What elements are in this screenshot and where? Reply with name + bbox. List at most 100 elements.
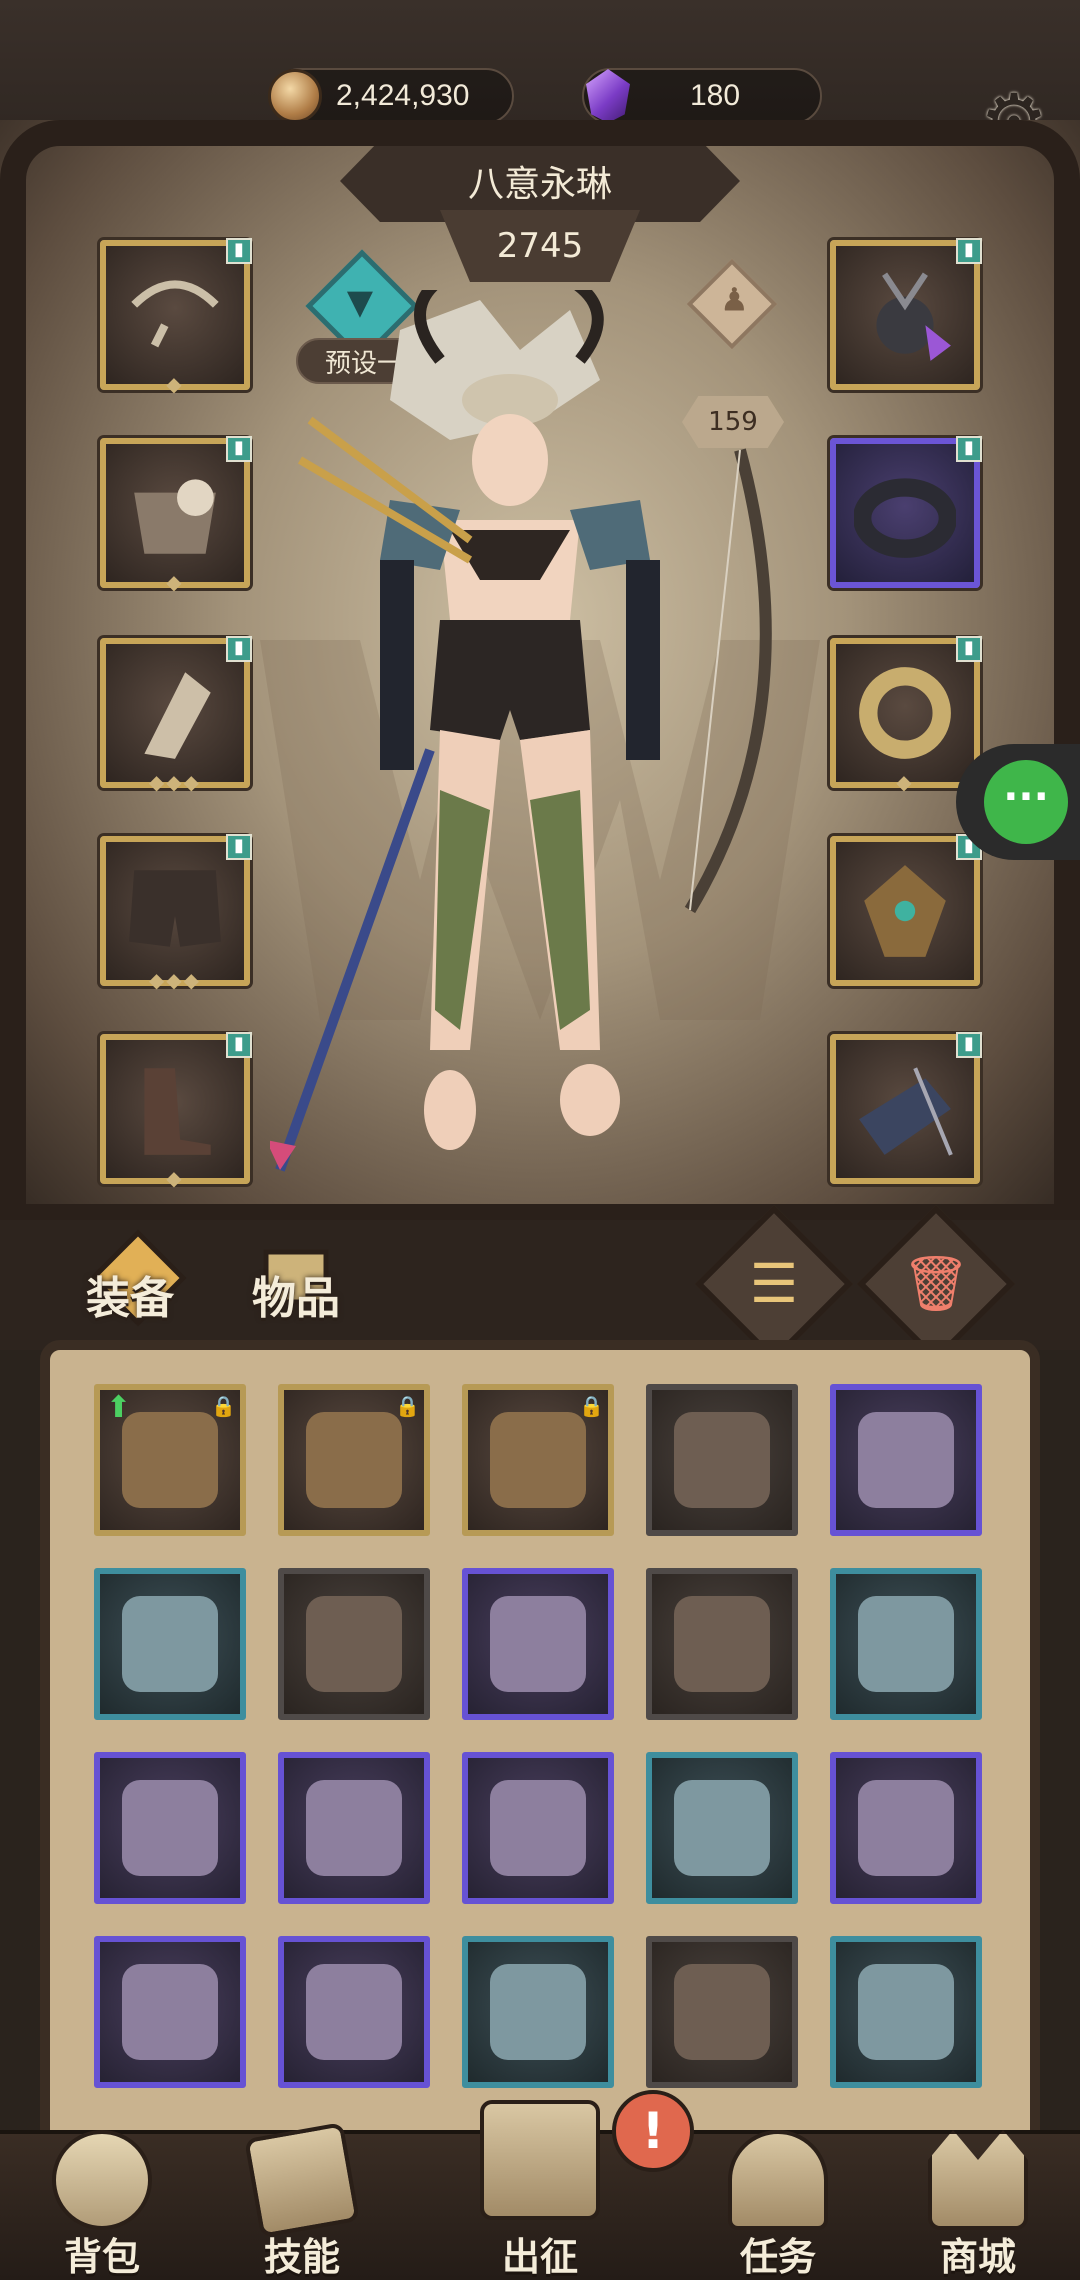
gold-ring-icon bbox=[859, 667, 951, 759]
gold-coin-icon bbox=[268, 69, 322, 123]
inventory-slot[interactable] bbox=[462, 1936, 614, 2088]
hero-name-banner: 八意永琳 bbox=[340, 140, 740, 222]
equipped-marker: ▮ bbox=[956, 636, 982, 662]
tunic-icon bbox=[858, 1412, 954, 1508]
equipped-marker: ▮ bbox=[226, 436, 252, 462]
alert-badge-icon: ! bbox=[612, 2090, 694, 2172]
hat-icon bbox=[306, 1780, 402, 1876]
equip-slot-boots[interactable]: ▮ ◆ bbox=[100, 1032, 252, 1190]
nav-shop-label: 商城 bbox=[939, 2235, 1016, 2279]
inventory-slot[interactable] bbox=[94, 1568, 246, 1720]
inventory-slot[interactable] bbox=[646, 1568, 798, 1720]
inventory-slot[interactable] bbox=[646, 1752, 798, 1904]
nav-quests-label: 任务 bbox=[739, 2235, 816, 2279]
tab-items[interactable]: 物品 bbox=[252, 1262, 340, 1326]
map-sword-icon bbox=[480, 2100, 600, 2220]
chest-armor-icon bbox=[134, 479, 216, 554]
inventory-slot[interactable] bbox=[830, 1568, 982, 1720]
equip-slot-trinket[interactable]: ▮ bbox=[830, 834, 982, 986]
nav-quests[interactable]: 任务 bbox=[688, 2130, 868, 2280]
scarf-icon bbox=[122, 1964, 218, 2060]
skill-card-icon bbox=[244, 2122, 360, 2238]
shoulder-guard-icon bbox=[858, 1964, 954, 2060]
boots-icon bbox=[122, 1780, 218, 1876]
bow-icon bbox=[131, 280, 219, 348]
gauntlet-icon bbox=[674, 1412, 770, 1508]
star-pips: ◆◆◆ bbox=[148, 968, 202, 992]
inventory-slot[interactable] bbox=[646, 1936, 798, 2088]
nav-bag[interactable]: 背包 bbox=[12, 2130, 192, 2280]
purple-gem-icon bbox=[586, 69, 630, 123]
inventory-slot[interactable] bbox=[462, 1752, 614, 1904]
tab-equipment[interactable]: 装备 bbox=[86, 1262, 174, 1326]
shorts-icon bbox=[129, 870, 221, 947]
inventory-slot[interactable]: 🔒 bbox=[278, 1384, 430, 1536]
bracer-icon bbox=[306, 1964, 402, 2060]
equip-slot-necklace[interactable]: ▮ bbox=[830, 238, 982, 390]
equipped-marker: ▮ bbox=[956, 238, 982, 264]
trash-icon: 🗑 bbox=[901, 1252, 971, 1315]
nav-expedition[interactable]: 出征 bbox=[450, 2100, 630, 2280]
inventory-slot[interactable] bbox=[278, 1936, 430, 2088]
inventory-slot[interactable] bbox=[94, 1752, 246, 1904]
equip-slot-pants[interactable]: ▮ ◆◆◆ bbox=[100, 834, 252, 992]
cloth-pants-icon bbox=[490, 1596, 586, 1692]
inventory-slot[interactable] bbox=[278, 1752, 430, 1904]
nav-shop[interactable]: 商城 bbox=[888, 2130, 1068, 2280]
boots-icon bbox=[144, 1068, 211, 1155]
tab-items-label: 物品 bbox=[252, 1273, 340, 1324]
inventory-slot[interactable] bbox=[830, 1752, 982, 1904]
lock-icon: 🔒 bbox=[579, 1394, 604, 1418]
crossbow-icon bbox=[490, 1964, 586, 2060]
combat-power: 2745 bbox=[440, 210, 640, 282]
chat-float-button[interactable]: ··· bbox=[956, 744, 1080, 860]
star-pips: ◆ bbox=[166, 372, 184, 396]
nav-expedition-label: 出征 bbox=[501, 2235, 578, 2279]
equip-slot-ring[interactable]: ▮ bbox=[830, 436, 982, 588]
leather-pants-icon bbox=[490, 1412, 586, 1508]
equip-slot-ring2[interactable]: ▮ ◆ bbox=[830, 636, 982, 794]
equip-slot-weapon[interactable]: ▮ ◆ bbox=[100, 238, 252, 396]
longbow-icon bbox=[306, 1412, 402, 1508]
equipped-marker: ▮ bbox=[226, 834, 252, 860]
hero-character-portrait bbox=[270, 290, 772, 1172]
tab-equipment-label: 装备 bbox=[86, 1273, 174, 1324]
inventory-slot[interactable] bbox=[278, 1568, 430, 1720]
nav-bag-label: 背包 bbox=[63, 2235, 140, 2279]
star-pips: ◆◆◆ bbox=[148, 770, 202, 794]
star-pips: ◆ bbox=[166, 1166, 184, 1190]
lock-icon: 🔒 bbox=[395, 1394, 420, 1418]
equipped-marker: ▮ bbox=[226, 1032, 252, 1058]
horn-helm-icon bbox=[122, 1596, 218, 1692]
equipped-marker: ▮ bbox=[226, 238, 252, 264]
hero-name: 八意永琳 bbox=[467, 164, 612, 205]
star-pips: ◆ bbox=[166, 570, 184, 594]
inventory-slot[interactable] bbox=[94, 1936, 246, 2088]
equip-slot-gloves[interactable]: ▮ ◆◆◆ bbox=[100, 636, 252, 794]
inventory-slot[interactable]: 🔒 ⬆ bbox=[94, 1384, 246, 1536]
inventory-slot[interactable] bbox=[830, 1384, 982, 1536]
combat-power-value: 2745 bbox=[496, 226, 584, 266]
inventory-slot[interactable] bbox=[462, 1568, 614, 1720]
equipped-marker: ▮ bbox=[226, 636, 252, 662]
iron-helm-icon bbox=[858, 1596, 954, 1692]
equip-slot-armor[interactable]: ▮ ◆ bbox=[100, 436, 252, 594]
inventory-slot[interactable] bbox=[830, 1936, 982, 2088]
gem-counter[interactable]: 180 bbox=[582, 68, 822, 124]
ring-icon bbox=[854, 478, 956, 558]
gold-counter[interactable]: 2,424,930 bbox=[268, 68, 514, 124]
nav-skills[interactable]: 技能 bbox=[212, 2122, 392, 2280]
horn-helm-icon bbox=[674, 1596, 770, 1692]
star-pips: ◆ bbox=[896, 770, 914, 794]
sort-icon: ☰ bbox=[749, 1252, 799, 1315]
bracer-icon bbox=[144, 672, 211, 759]
inventory-slot[interactable]: 🔒 bbox=[462, 1384, 614, 1536]
crown-shop-icon bbox=[928, 2130, 1028, 2230]
inventory-slot[interactable] bbox=[646, 1384, 798, 1536]
equipped-marker: ▮ bbox=[956, 436, 982, 462]
more-dots-icon: ··· bbox=[984, 760, 1068, 844]
equip-slot-quiver[interactable]: ▮ bbox=[830, 1032, 982, 1184]
lock-icon: 🔒 bbox=[211, 1394, 236, 1418]
top-bar bbox=[0, 0, 1080, 140]
bow-icon bbox=[122, 1412, 218, 1508]
